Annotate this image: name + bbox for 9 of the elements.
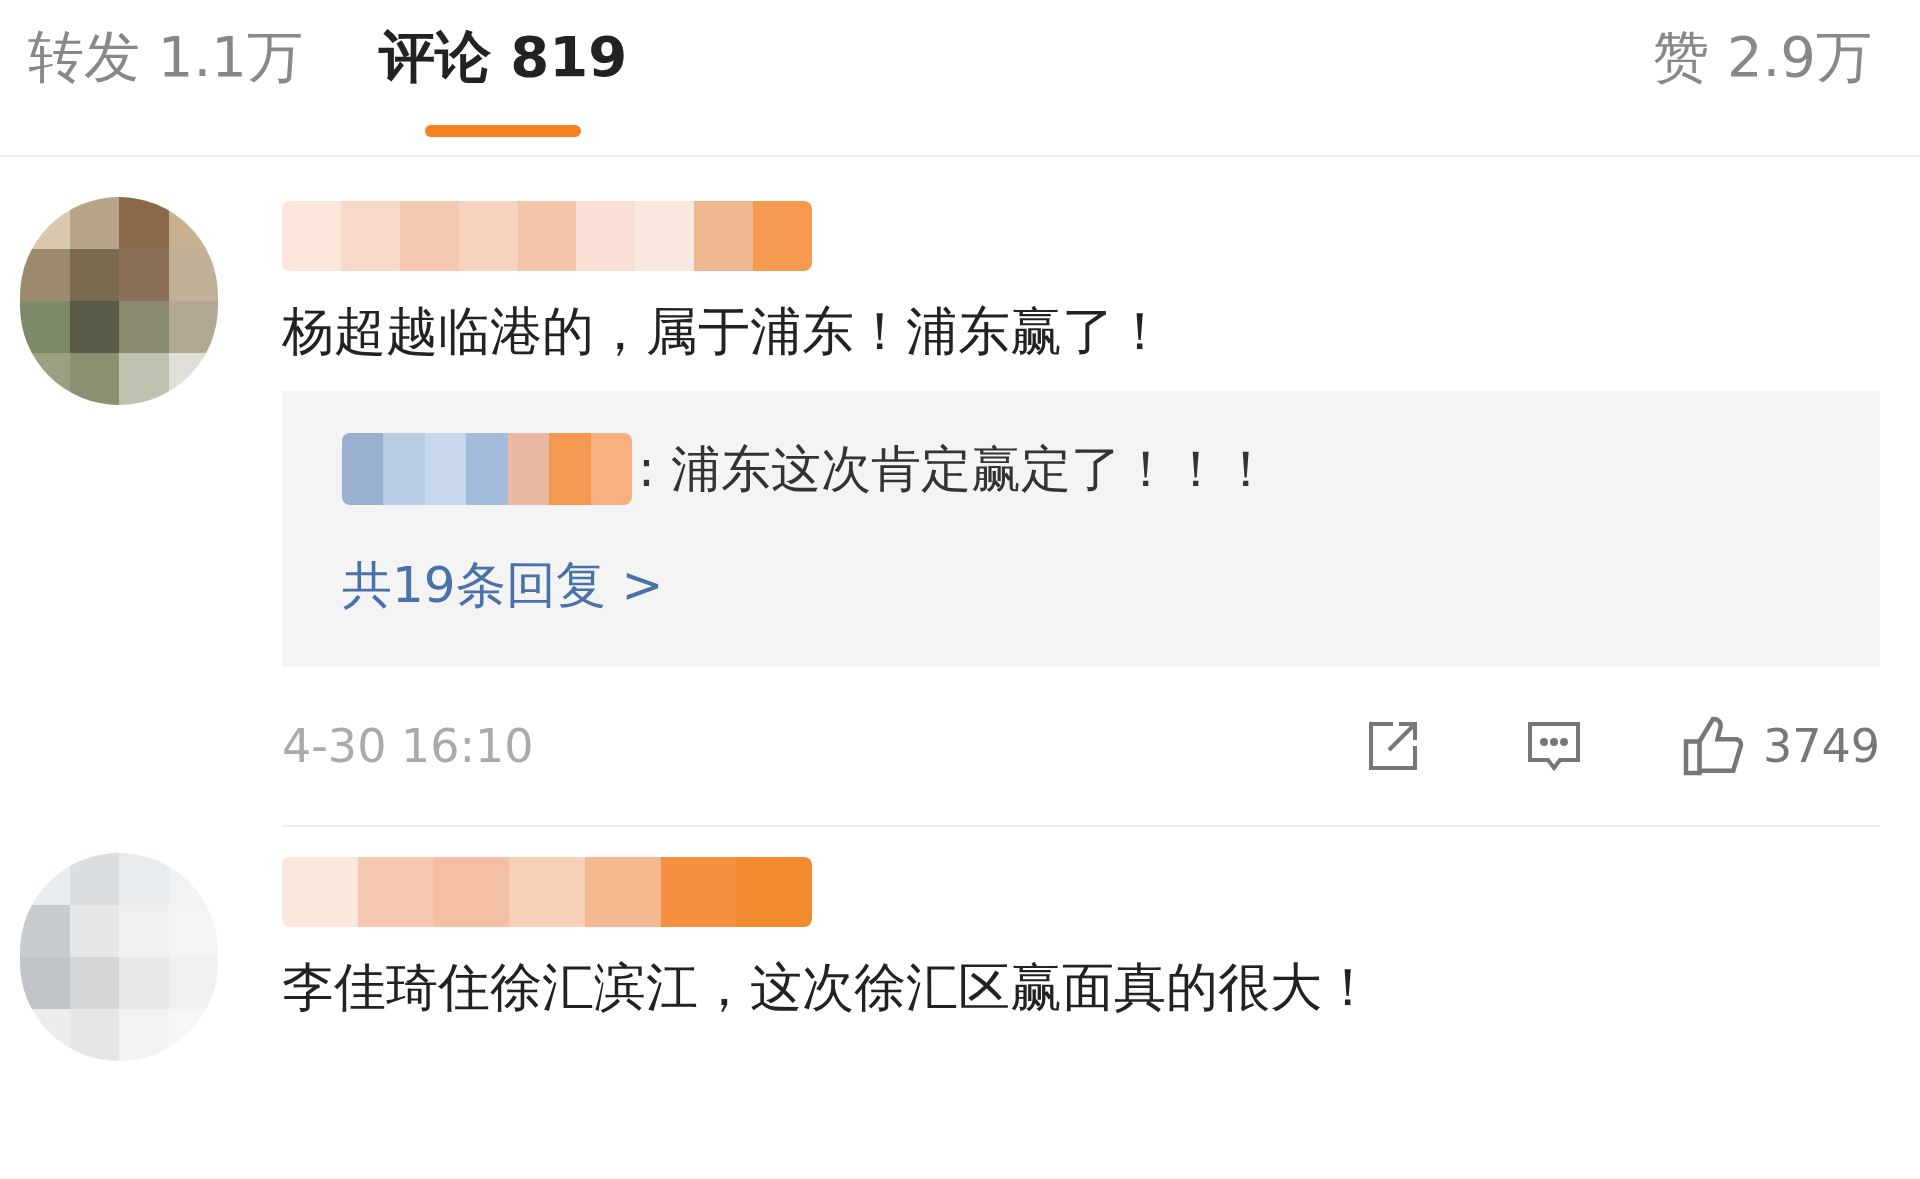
likes-tab[interactable]: 赞 2.9万 (1653, 22, 1872, 92)
tab[interactable]: 评论 819 (378, 22, 628, 137)
like-count: 3749 (1762, 717, 1880, 775)
tab[interactable]: 转发 1.1万 (28, 22, 303, 137)
comment-text: 杨超越临港的，属于浦东！浦东赢了！ (282, 300, 1167, 363)
comment-time: 4-30 16:10 (282, 717, 535, 775)
more-replies-link[interactable]: 共19条回复 > (342, 549, 664, 621)
reply-text: : 浦东这次肯定赢定了！！！ (638, 439, 1271, 500)
comment-text: 李佳琦住徐汇滨江，这次徐汇区赢面真的很大！ (282, 956, 1375, 1019)
